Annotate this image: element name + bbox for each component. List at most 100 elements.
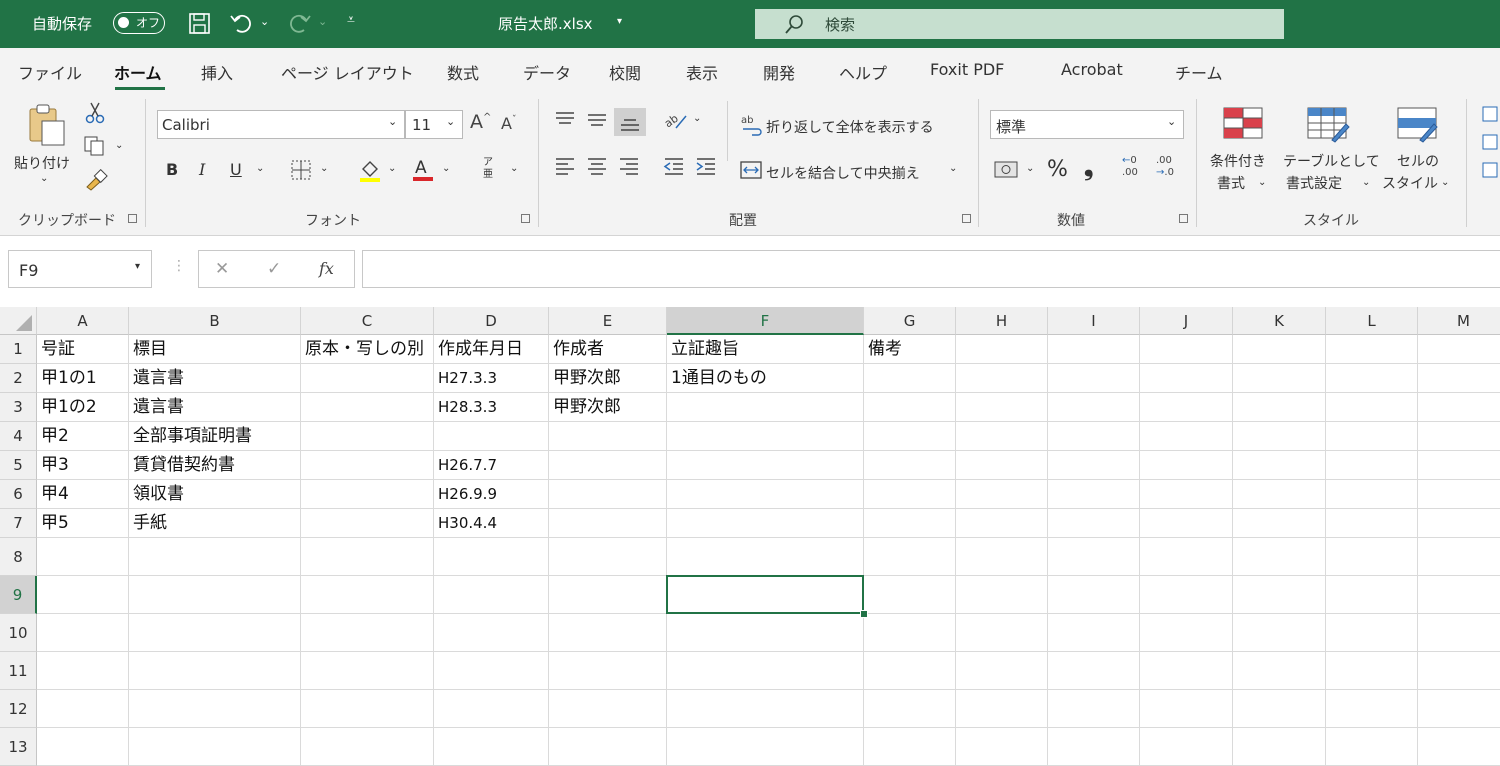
column-header-m[interactable]: M <box>1418 307 1500 335</box>
tab-team[interactable]: チーム <box>1175 60 1223 84</box>
cell-i1[interactable] <box>1048 335 1140 364</box>
cell-c11[interactable] <box>301 652 434 690</box>
column-header-b[interactable]: B <box>129 307 301 335</box>
insert-function-icon[interactable]: fx <box>319 259 334 278</box>
cell-g1[interactable]: 備考 <box>864 335 956 364</box>
decrease-decimal-icon[interactable]: .00 →.0 <box>1156 155 1174 179</box>
cell-d1[interactable]: 作成年月日 <box>434 335 549 364</box>
row-header-3[interactable]: 3 <box>0 393 37 422</box>
cell-h8[interactable] <box>956 538 1048 576</box>
cell-e3[interactable]: 甲野次郎 <box>549 393 667 422</box>
cell-f2[interactable]: 1通目のもの <box>667 364 864 393</box>
align-bottom-button[interactable] <box>614 108 646 136</box>
tab-data[interactable]: データ <box>523 60 571 84</box>
cell-j7[interactable] <box>1140 509 1233 538</box>
cell-h4[interactable] <box>956 422 1048 451</box>
cell-h3[interactable] <box>956 393 1048 422</box>
autosave-toggle[interactable]: オフ <box>113 12 165 34</box>
worksheet-grid[interactable]: A B C D E F G H I J K L M 1 号証 標目 原本・写しの別 作成年月日 作成者 立証趣旨 備考 2… <box>0 307 1500 766</box>
cell-j3[interactable] <box>1140 393 1233 422</box>
cell-d2[interactable]: H27.3.3 <box>434 364 549 393</box>
cell-l3[interactable] <box>1326 393 1418 422</box>
cell-b4[interactable]: 全部事項証明書 <box>129 422 301 451</box>
number-launcher-icon[interactable] <box>1179 214 1188 223</box>
alignment-launcher-icon[interactable] <box>962 214 971 223</box>
conditional-formatting-dropdown-icon[interactable]: ⌄ <box>1258 177 1266 188</box>
row-header-10[interactable]: 10 <box>0 614 37 652</box>
underline-dropdown-icon[interactable]: ⌄ <box>256 163 264 174</box>
cell-h7[interactable] <box>956 509 1048 538</box>
cell-a6[interactable]: 甲4 <box>37 480 129 509</box>
cell-f13[interactable] <box>667 728 864 766</box>
decrease-indent-icon[interactable] <box>662 155 686 177</box>
fill-color-dropdown-icon[interactable]: ⌄ <box>388 163 396 174</box>
cell-l10[interactable] <box>1326 614 1418 652</box>
format-painter-icon[interactable] <box>84 169 108 191</box>
file-name-dropdown-icon[interactable]: ▾ <box>617 16 622 27</box>
cell-l4[interactable] <box>1326 422 1418 451</box>
font-color-icon[interactable]: A <box>411 156 435 182</box>
cell-h1[interactable] <box>956 335 1048 364</box>
cell-c2[interactable] <box>301 364 434 393</box>
cell-styles-icon[interactable] <box>1396 106 1440 144</box>
cell-d3[interactable]: H28.3.3 <box>434 393 549 422</box>
cell-i11[interactable] <box>1048 652 1140 690</box>
cell-m7[interactable] <box>1418 509 1500 538</box>
cell-m11[interactable] <box>1418 652 1500 690</box>
cell-styles-label-2[interactable]: スタイル <box>1382 173 1438 193</box>
row-header-1[interactable]: 1 <box>0 335 37 364</box>
cell-j13[interactable] <box>1140 728 1233 766</box>
cell-g3[interactable] <box>864 393 956 422</box>
column-header-i[interactable]: I <box>1048 307 1140 335</box>
copy-dropdown-icon[interactable]: ⌄ <box>115 140 123 151</box>
fill-handle[interactable] <box>860 610 868 618</box>
cell-j9[interactable] <box>1140 576 1233 614</box>
clipboard-launcher-icon[interactable] <box>128 214 137 223</box>
cell-h13[interactable] <box>956 728 1048 766</box>
cell-f5[interactable] <box>667 451 864 480</box>
cell-d12[interactable] <box>434 690 549 728</box>
cell-h12[interactable] <box>956 690 1048 728</box>
tab-page-layout[interactable]: ページ レイアウト <box>281 60 414 84</box>
cell-l6[interactable] <box>1326 480 1418 509</box>
cell-h10[interactable] <box>956 614 1048 652</box>
cell-d10[interactable] <box>434 614 549 652</box>
row-header-9[interactable]: 9 <box>0 576 37 614</box>
cell-e4[interactable] <box>549 422 667 451</box>
tab-view[interactable]: 表示 <box>686 60 718 84</box>
cell-g11[interactable] <box>864 652 956 690</box>
cell-b3[interactable]: 遺言書 <box>129 393 301 422</box>
cell-k5[interactable] <box>1233 451 1326 480</box>
cell-d5[interactable]: H26.7.7 <box>434 451 549 480</box>
cell-styles-label-1[interactable]: セルの <box>1397 151 1439 171</box>
cell-j5[interactable] <box>1140 451 1233 480</box>
cell-e5[interactable] <box>549 451 667 480</box>
cell-b11[interactable] <box>129 652 301 690</box>
row-header-8[interactable]: 8 <box>0 538 37 576</box>
cell-i10[interactable] <box>1048 614 1140 652</box>
cell-g10[interactable] <box>864 614 956 652</box>
cell-e9[interactable] <box>549 576 667 614</box>
row-header-13[interactable]: 13 <box>0 728 37 766</box>
search-box[interactable]: 検索 <box>755 9 1284 39</box>
cell-h2[interactable] <box>956 364 1048 393</box>
wrap-text-icon[interactable]: ab <box>740 113 764 137</box>
cell-k9[interactable] <box>1233 576 1326 614</box>
cell-i7[interactable] <box>1048 509 1140 538</box>
font-launcher-icon[interactable] <box>521 214 530 223</box>
cell-c6[interactable] <box>301 480 434 509</box>
decrease-font-size-icon[interactable]: Aˇ <box>501 116 516 132</box>
cell-l5[interactable] <box>1326 451 1418 480</box>
tab-developer[interactable]: 開発 <box>763 60 795 84</box>
cell-i13[interactable] <box>1048 728 1140 766</box>
tab-help[interactable]: ヘルプ <box>839 60 887 84</box>
column-header-h[interactable]: H <box>956 307 1048 335</box>
cell-d9[interactable] <box>434 576 549 614</box>
cell-e2[interactable]: 甲野次郎 <box>549 364 667 393</box>
cell-l12[interactable] <box>1326 690 1418 728</box>
cell-j10[interactable] <box>1140 614 1233 652</box>
row-header-11[interactable]: 11 <box>0 652 37 690</box>
increase-indent-icon[interactable] <box>694 155 718 177</box>
increase-decimal-icon[interactable]: ←0.00 <box>1122 155 1138 179</box>
paste-icon[interactable] <box>24 101 70 147</box>
